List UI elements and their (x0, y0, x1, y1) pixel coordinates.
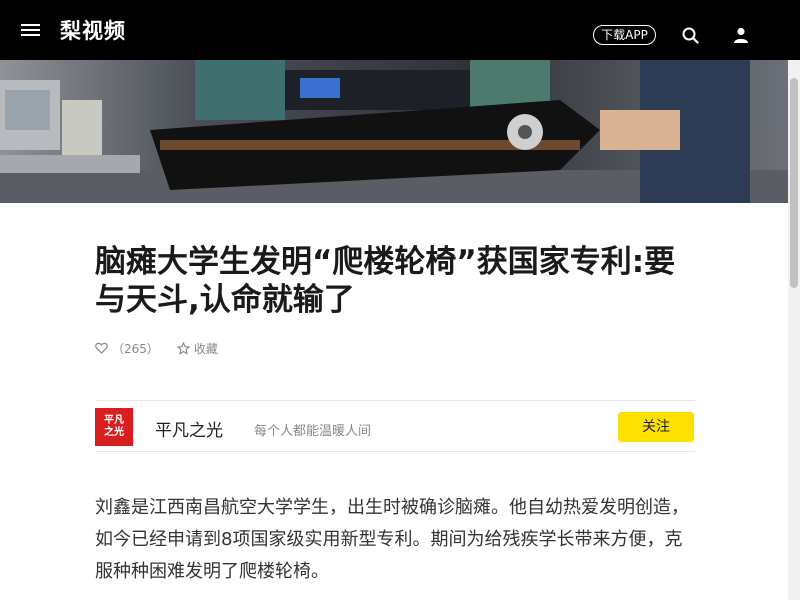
scrollbar-thumb[interactable] (790, 78, 798, 288)
heart-icon (95, 342, 108, 354)
favorite-label: 收藏 (193, 341, 218, 356)
like-count: （265） (112, 341, 159, 356)
author-block: 平凡 之光 平凡之光 每个人都能温暖人间 关注 (95, 400, 695, 452)
top-bar: 梨视频 下载APP (0, 0, 800, 60)
star-icon (176, 341, 190, 355)
favorite-button[interactable]: 收藏 (176, 340, 218, 357)
article-body: 刘鑫是江西南昌航空大学学生，出生时被确诊脑瘫。他自幼热爱发明创造，如今已经申请到… (95, 497, 689, 582)
follow-button[interactable]: 关注 (618, 412, 694, 442)
user-icon[interactable] (733, 27, 749, 43)
like-button[interactable]: （265） (95, 340, 159, 357)
site-logo[interactable]: 梨视频 (60, 15, 126, 45)
author-description: 每个人都能温暖人间 (254, 424, 372, 439)
avatar-text-line1: 平凡 (104, 415, 124, 426)
search-icon[interactable] (682, 27, 699, 44)
article-meta: （265） 收藏 (95, 339, 218, 357)
page-scrollbar[interactable] (788, 60, 800, 600)
menu-icon[interactable] (21, 24, 40, 36)
article-title: 脑瘫大学生发明“爬楼轮椅”获国家专利:要与天斗,认命就输了 (95, 244, 676, 318)
author-name[interactable]: 平凡之光 (155, 416, 223, 441)
avatar-text-line2: 之光 (104, 427, 124, 438)
video-cover-image[interactable] (0, 60, 788, 203)
download-app-button[interactable]: 下载APP (593, 25, 656, 45)
wheelchair-photo (0, 60, 788, 203)
author-avatar[interactable]: 平凡 之光 (95, 408, 133, 446)
